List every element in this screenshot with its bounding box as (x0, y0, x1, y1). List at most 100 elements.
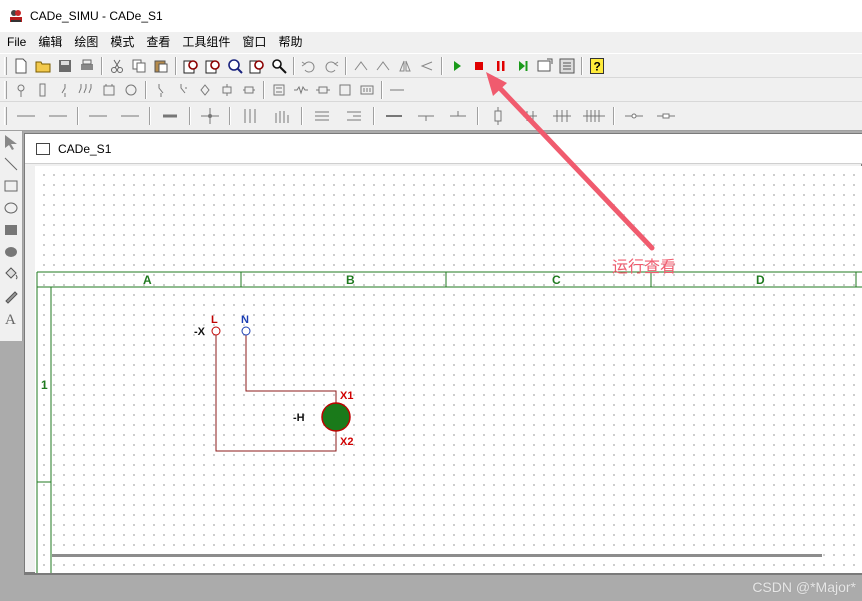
component-library-icon[interactable] (557, 56, 577, 76)
horizontal-bus-icon[interactable] (307, 106, 337, 126)
rotate-left-icon[interactable] (351, 56, 371, 76)
menu-view[interactable]: 查看 (140, 32, 176, 53)
toolbar-separator (189, 107, 191, 125)
line-thin-icon[interactable] (11, 106, 41, 126)
connector-icon[interactable] (483, 106, 513, 126)
motor-icon[interactable] (99, 80, 119, 100)
circuit-wires[interactable] (215, 335, 337, 452)
draw-ellipse-icon[interactable] (0, 197, 22, 219)
toolbar-separator (477, 107, 479, 125)
plc-icon[interactable] (357, 80, 377, 100)
zoom-in-icon[interactable] (225, 56, 245, 76)
horizontal-bus-2-icon[interactable] (339, 106, 369, 126)
undo-icon[interactable] (299, 56, 319, 76)
open-folder-icon[interactable] (33, 56, 53, 76)
toolbar-separator (613, 107, 615, 125)
power-source-icon[interactable] (11, 80, 31, 100)
wire-tap-up-icon[interactable] (443, 106, 473, 126)
line-medium-2-icon[interactable] (115, 106, 145, 126)
connector-pair-icon[interactable] (515, 106, 545, 126)
drawing-canvas[interactable]: A B C D 1 -X L N -H X1 X2 (35, 166, 862, 574)
cut-icon[interactable] (107, 56, 127, 76)
pause-simulation-icon[interactable] (491, 56, 511, 76)
toolbar-grip[interactable] (4, 107, 7, 125)
save-icon[interactable] (55, 56, 75, 76)
indicator-lamp[interactable] (321, 402, 351, 432)
schematic-svg: A B C D 1 -X L N -H X1 X2 (36, 271, 862, 574)
draw-rectangle-icon[interactable] (0, 175, 22, 197)
menu-window[interactable]: 窗口 (236, 32, 272, 53)
select-arrow-icon[interactable] (0, 131, 22, 153)
bus-four-icon[interactable] (267, 106, 297, 126)
toolbar-grip[interactable] (4, 80, 7, 99)
bus-three-icon[interactable] (235, 106, 265, 126)
diamond-icon[interactable] (195, 80, 215, 100)
wiring-toolbar (0, 101, 862, 131)
paste-icon[interactable] (151, 56, 171, 76)
line-thick-icon[interactable] (155, 106, 185, 126)
zoom-out-icon[interactable] (247, 56, 267, 76)
coil-icon[interactable] (217, 80, 237, 100)
text-tool-icon[interactable]: A (0, 307, 22, 329)
wire-icon[interactable] (387, 80, 407, 100)
contact-nc-icon[interactable] (173, 80, 193, 100)
new-file-icon[interactable] (11, 56, 31, 76)
switch-icon[interactable] (55, 80, 75, 100)
menu-draw[interactable]: 绘图 (68, 32, 104, 53)
redo-icon[interactable] (321, 56, 341, 76)
toolbar-separator (581, 56, 583, 75)
contact-no-icon[interactable] (151, 80, 171, 100)
draw-line-icon[interactable] (0, 153, 22, 175)
horizontal-scrollbar[interactable] (52, 554, 822, 557)
fill-bucket-icon[interactable] (0, 263, 22, 285)
menu-tool-components[interactable]: 工具组件 (176, 32, 236, 53)
run-simulation-icon[interactable] (447, 56, 467, 76)
transformer-icon[interactable] (121, 80, 141, 100)
zoom-window-icon[interactable] (181, 56, 201, 76)
stop-simulation-icon[interactable] (469, 56, 489, 76)
timer-icon[interactable] (269, 80, 289, 100)
io-module-icon[interactable] (335, 80, 355, 100)
print-icon[interactable] (77, 56, 97, 76)
mirror-vertical-icon[interactable] (417, 56, 437, 76)
svg-text:?: ? (594, 59, 601, 73)
document-icon (36, 142, 50, 155)
fuse-icon[interactable] (33, 80, 53, 100)
filled-rectangle-icon[interactable] (0, 219, 22, 241)
mirror-horizontal-icon[interactable] (395, 56, 415, 76)
rotate-right-icon[interactable] (373, 56, 393, 76)
document-window: CADe_S1 A B C D 1 -X L N -H X1 X2 (24, 133, 862, 574)
zoom-page-icon[interactable] (203, 56, 223, 76)
document-title: CADe_S1 (58, 141, 112, 156)
copy-icon[interactable] (129, 56, 149, 76)
line-thin-2-icon[interactable] (43, 106, 73, 126)
toolbar-grip[interactable] (4, 56, 7, 75)
pen-icon[interactable] (0, 285, 22, 307)
connector-multi-icon[interactable] (547, 106, 577, 126)
relay-icon[interactable] (239, 80, 259, 100)
toolbar-separator (101, 56, 103, 75)
help-icon[interactable]: ? (587, 56, 607, 76)
overload-icon[interactable] (313, 80, 333, 100)
wire-straight-icon[interactable] (379, 106, 409, 126)
filled-ellipse-icon[interactable] (0, 241, 22, 263)
thermal-relay-icon[interactable] (291, 80, 311, 100)
window-view-icon[interactable] (535, 56, 555, 76)
menu-mode[interactable]: 模式 (104, 32, 140, 53)
menu-file[interactable]: File (0, 32, 32, 53)
terminal-right-icon[interactable] (651, 106, 681, 126)
connector-multi-4-icon[interactable] (579, 106, 609, 126)
menu-help[interactable]: 帮助 (272, 32, 308, 53)
terminal-left-icon[interactable] (619, 106, 649, 126)
pan-icon[interactable] (269, 56, 289, 76)
lamp-tag: -H (293, 412, 305, 424)
line-medium-icon[interactable] (83, 106, 113, 126)
menu-edit[interactable]: 编辑 (32, 32, 68, 53)
toolbar-separator (149, 107, 151, 125)
step-simulation-icon[interactable] (513, 56, 533, 76)
junction-icon[interactable] (195, 106, 225, 126)
three-phase-switch-icon[interactable] (77, 80, 97, 100)
wire-tap-icon[interactable] (411, 106, 441, 126)
terminal-l[interactable] (211, 326, 221, 336)
terminal-n[interactable] (241, 326, 251, 336)
